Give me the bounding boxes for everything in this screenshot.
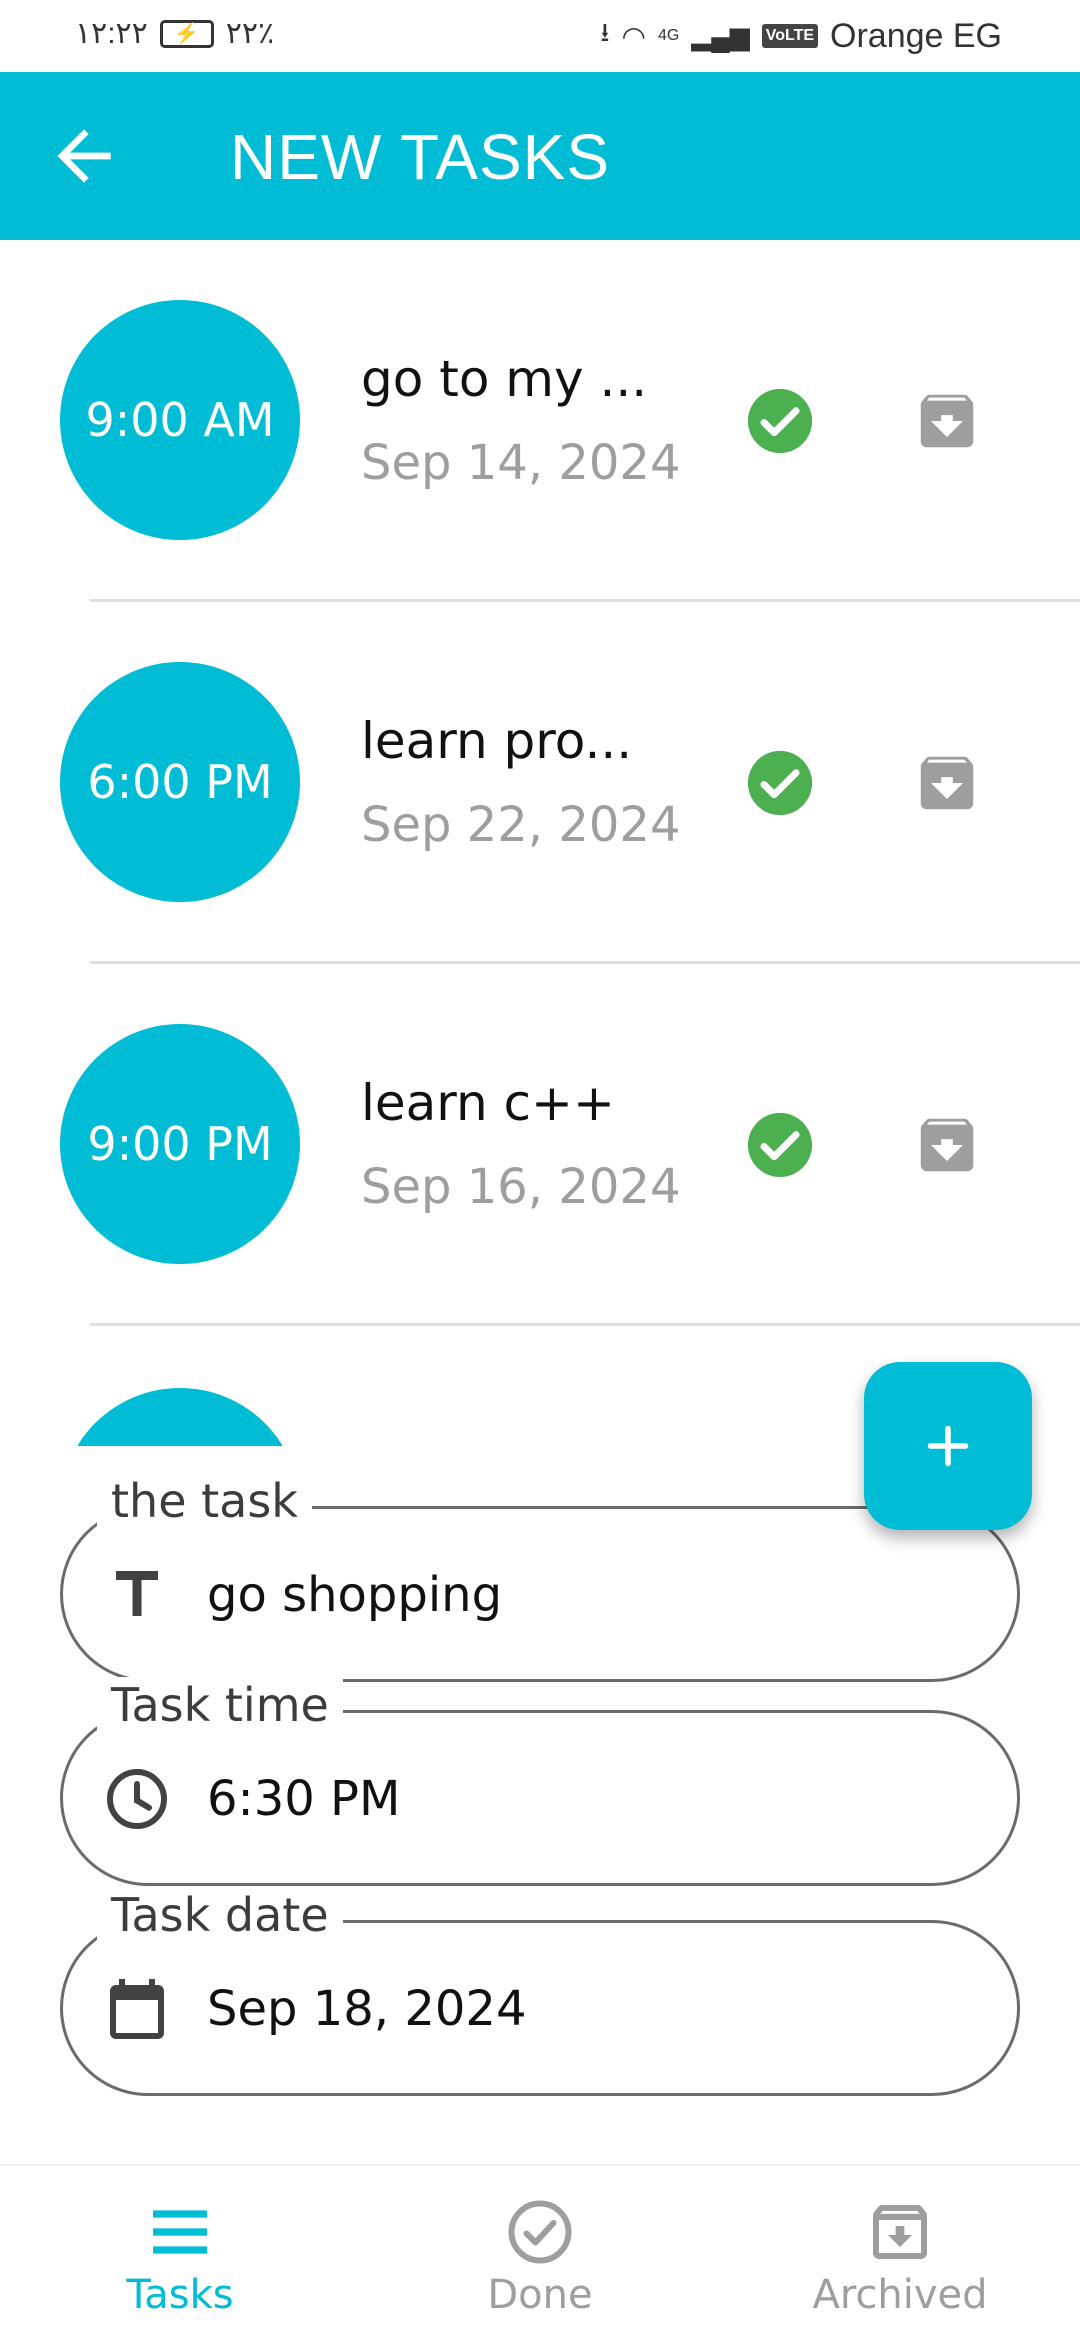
text-icon [116,1571,158,1616]
nav-label: Done [487,2272,593,2318]
arrow-left-icon [57,129,111,183]
task-list: 9:00 AM go to my ... Sep 14, 2024 6:00 P… [0,240,1080,1326]
app-bar: NEW TASKS [0,72,1080,240]
volte-badge: VoLTE [761,24,819,48]
task-time-field[interactable]: Task time 6:30 PM [60,1677,1020,1886]
nav-item-archived[interactable]: Archived [720,2166,1080,2342]
task-row[interactable]: 6:00 PM learn pro... Sep 22, 2024 [0,602,1080,964]
task-title-field[interactable]: the task go shopping [60,1473,1020,1682]
field-label: Task time [97,1677,343,1733]
archive-button[interactable] [912,748,982,818]
status-left: ١٢:٢٢ ⚡ ٢٢٪ [75,16,274,51]
nav-label: Archived [812,2272,988,2318]
carrier-text: Orange EG [830,16,1002,55]
archive-button[interactable] [912,386,982,456]
mark-done-button[interactable] [745,386,815,456]
signal-icon: ▂▄▆ [691,20,750,51]
page-title: NEW TASKS [230,121,611,193]
archive-icon [873,2205,927,2259]
task-date-input[interactable]: Sep 18, 2024 [207,1979,526,2039]
archive-icon [920,1118,974,1172]
usb-icon: ⭳ [600,17,610,47]
battery-text: ٢٢٪ [225,17,275,50]
archive-icon [920,394,974,448]
task-title: go to my ... [361,350,648,408]
archive-icon [920,756,974,810]
menu-icon [153,2210,207,2254]
check-circle-icon [508,2200,572,2264]
task-date: Sep 14, 2024 [361,435,681,491]
clock-icon [107,1769,167,1829]
plus-icon [927,1425,969,1467]
calendar-icon [110,1979,164,2039]
check-circle-icon [747,388,813,454]
task-time-badge: 9:00 AM [60,300,300,540]
status-bar: ١٢:٢٢ ⚡ ٢٢٪ ⭳ ◠ 4G ▂▄▆ VoLTE Orange EG [0,0,1080,72]
task-time-input[interactable]: 6:30 PM [207,1769,400,1829]
mark-done-button[interactable] [745,748,815,818]
task-title-input[interactable]: go shopping [207,1565,502,1625]
check-circle-icon [747,1112,813,1178]
network-type: 4G [657,27,680,44]
nav-item-done[interactable]: Done [360,2166,720,2342]
mark-done-button[interactable] [745,1110,815,1180]
task-date-field[interactable]: Task date Sep 18, 2024 [60,1887,1020,2096]
task-date: Sep 16, 2024 [361,1159,681,1215]
field-label: Task date [97,1887,343,1943]
add-task-sheet: the task go shopping Task time 6:30 PM T… [0,1446,1080,2164]
add-task-fab[interactable] [864,1362,1032,1530]
task-title: learn c++ [361,1074,615,1132]
field-label: the task [97,1473,312,1529]
back-button[interactable] [44,116,124,196]
status-right: ⭳ ◠ 4G ▂▄▆ VoLTE Orange EG [600,14,1002,58]
nav-item-tasks[interactable]: Tasks [0,2166,360,2342]
bottom-nav: Tasks Done Archived [0,2164,1080,2342]
archive-button[interactable] [912,1110,982,1180]
nav-label: Tasks [126,2272,234,2318]
task-date: Sep 22, 2024 [361,797,681,853]
clock-text: ١٢:٢٢ [75,17,148,50]
task-time-badge: 9:00 PM [60,1024,300,1264]
task-title: learn pro... [361,712,633,770]
task-time-badge: 6:00 PM [60,662,300,902]
divider [90,1323,1080,1326]
task-row[interactable]: 9:00 AM go to my ... Sep 14, 2024 [0,240,1080,602]
battery-icon: ⚡ [159,19,214,48]
check-circle-icon [747,750,813,816]
task-row[interactable]: 9:00 PM learn c++ Sep 16, 2024 [0,964,1080,1326]
wifi-icon: ◠ [621,20,646,52]
